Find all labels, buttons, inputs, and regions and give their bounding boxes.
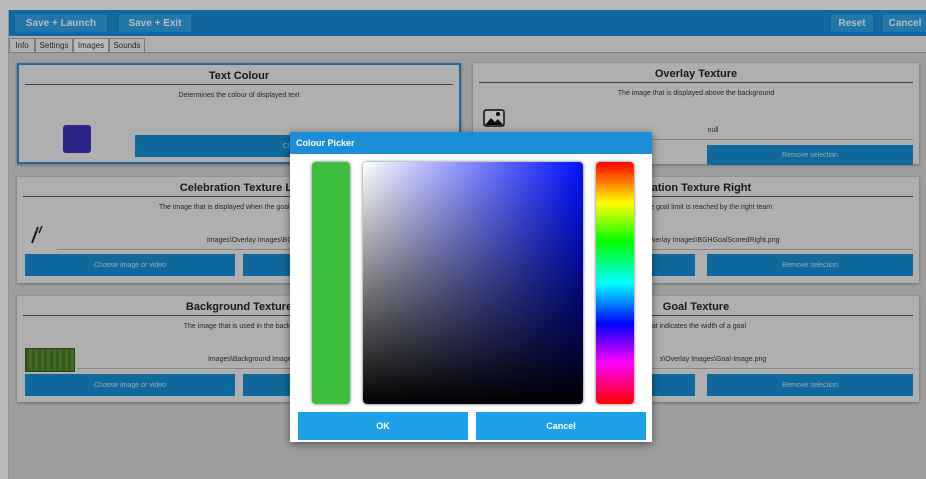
dialog-title: Colour Picker xyxy=(290,132,652,154)
hue-slider[interactable] xyxy=(596,162,634,404)
selected-colour-preview xyxy=(312,162,350,404)
dialog-cancel-button[interactable]: Cancel xyxy=(476,412,646,440)
colour-picker-dialog: Colour Picker OK Cancel xyxy=(290,132,652,442)
saturation-value-area[interactable] xyxy=(363,162,583,404)
ok-button[interactable]: OK xyxy=(298,412,468,440)
